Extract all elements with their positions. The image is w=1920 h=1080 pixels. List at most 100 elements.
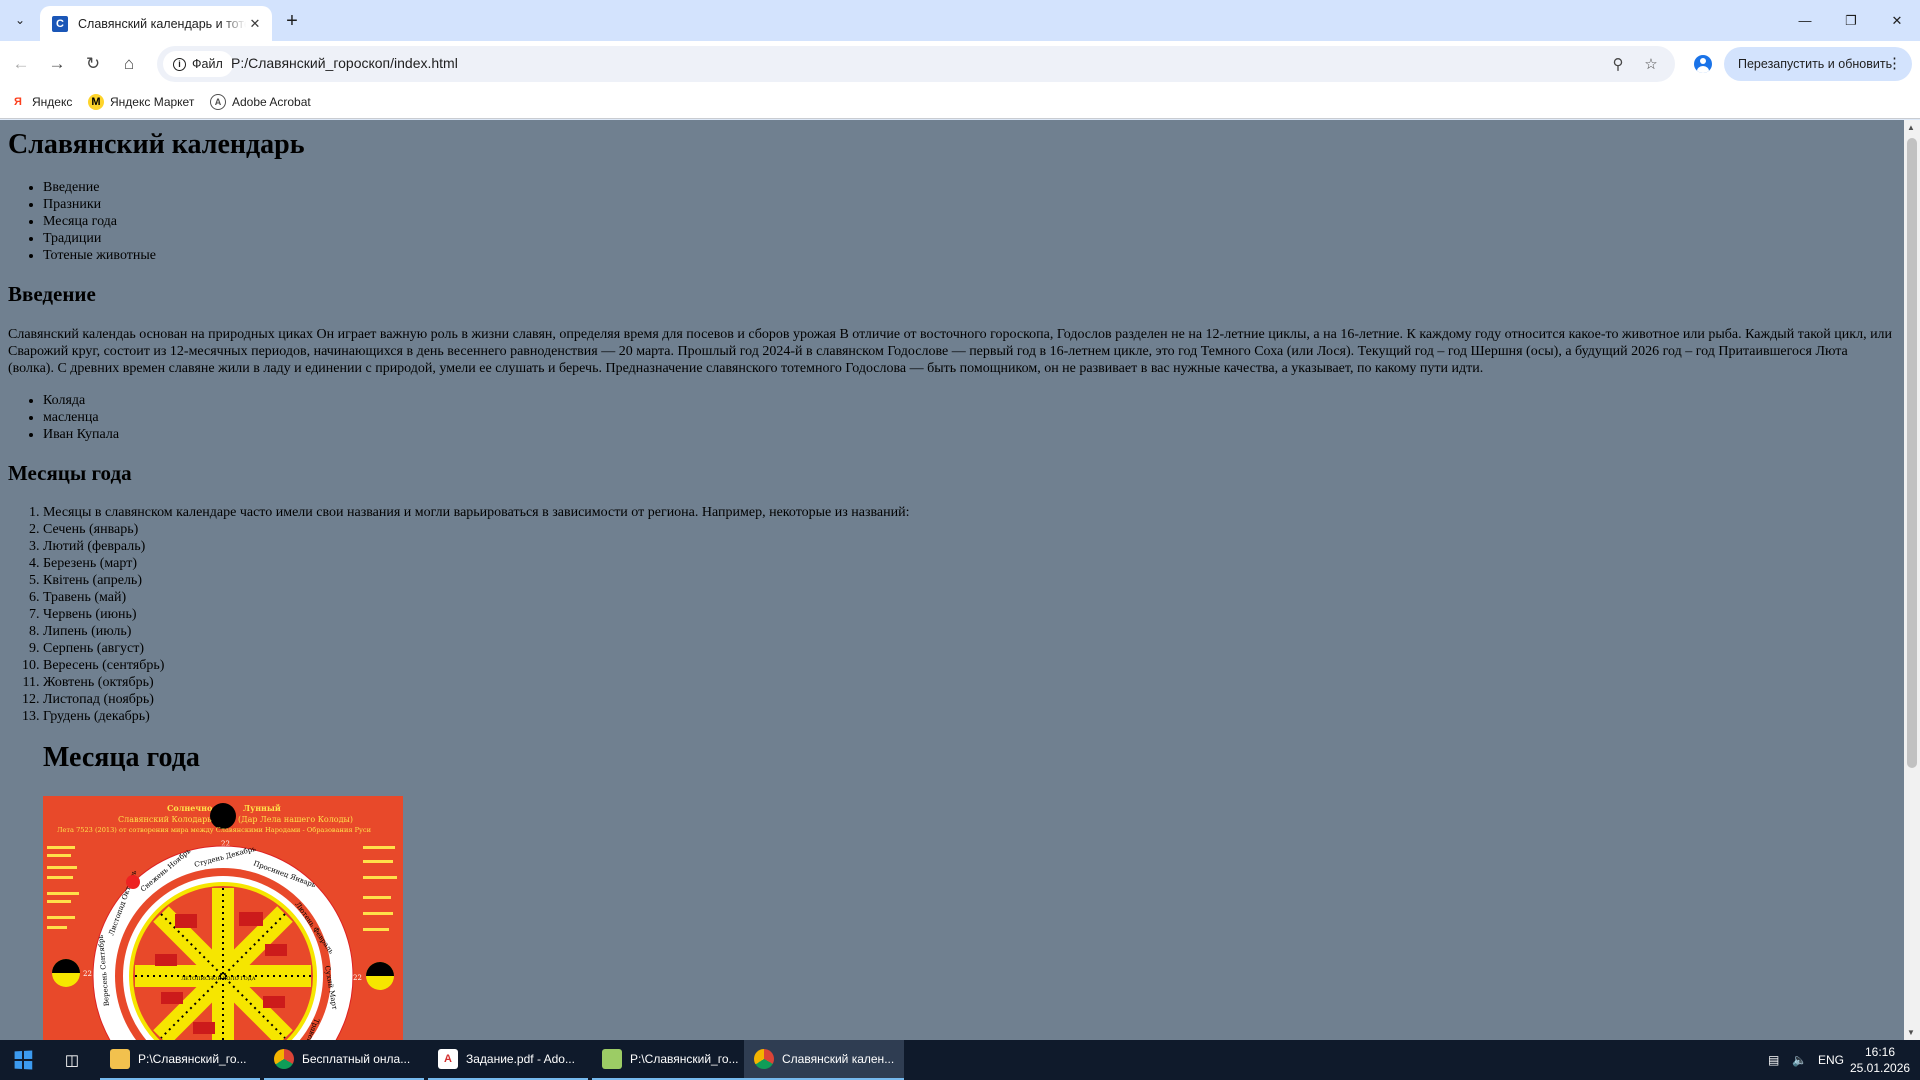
network-icon[interactable]: ▤ [1768, 1040, 1779, 1080]
site-chip-label: Файл [192, 57, 223, 71]
calendar-title-1: Славянский Колодарь [118, 815, 212, 824]
relaunch-label: Перезапустить и обновить [1738, 57, 1893, 71]
calendar-title-2: (Дар Лела нашего Колоды) [238, 815, 353, 824]
intro-paragraph: Славянский календаь основан на природных… [8, 327, 1893, 376]
list-item: Сечень (январь) [43, 521, 910, 538]
yandex-icon: Я [14, 96, 22, 108]
months-heading: Месяцы года [8, 461, 132, 485]
bookmark-yandex-market[interactable]: M Яндекс Маркет [88, 94, 194, 110]
taskbar-item-chrome-1[interactable]: Бесплатный онла... [264, 1040, 424, 1080]
taskbar-item-label: P:\Славянский_го... [138, 1052, 247, 1066]
profile-button[interactable] [1690, 51, 1716, 77]
nav-item-holidays: Празники [43, 196, 156, 213]
bookmark-star-icon[interactable]: ☆ [1640, 53, 1662, 75]
page-title: Славянский календарь [8, 129, 305, 160]
calendar-center-label: ЛЕТОПИСНОЕ КОЛО ГОДА [181, 976, 256, 982]
url-text[interactable]: P:/Славянский_гороскоп/index.html [231, 55, 458, 71]
list-item: Червень (июнь) [43, 606, 910, 623]
reload-icon[interactable]: ↻ [78, 49, 108, 79]
calendar-wheel-illustration: Солнечно Лунный Славянский Колодарь (Дар… [43, 796, 403, 1040]
browser-toolbar: ← → ↻ ⌂ i Файл P:/Славянский_гороскоп/in… [0, 41, 1920, 87]
scroll-up-icon[interactable]: ▲ [1907, 123, 1915, 132]
nav-item-intro: Введение [43, 179, 156, 196]
bookmark-label: Яндекс [32, 95, 73, 109]
nav-list: Введение Празники Месяца года Традиции Т… [43, 179, 156, 264]
task-view-icon[interactable]: ◫ [52, 1040, 92, 1080]
avatar [1694, 55, 1712, 73]
nav-item-traditions: Традиции [43, 230, 156, 247]
windows-taskbar: ◫ P:\Славянский_го... Бесплатный онла...… [0, 1040, 1920, 1080]
slavic-calendar-image: Солнечно Лунный Славянский Колодарь (Дар… [43, 796, 403, 1040]
menu-dots-icon[interactable]: ⋮ [1887, 54, 1902, 72]
nav-item-months: Месяца года [43, 213, 156, 230]
chevron-down-icon: ⌄ [14, 13, 26, 27]
info-icon: i [173, 57, 186, 71]
list-item: Грудень (декабрь) [43, 708, 910, 725]
list-item: Листопад (ноябрь) [43, 691, 910, 708]
windows-logo-icon [14, 1050, 33, 1070]
list-item: Жовтень (октябрь) [43, 674, 910, 691]
clock-date: 25.01.2026 [1850, 1061, 1911, 1075]
scroll-down-icon[interactable]: ▼ [1907, 1028, 1915, 1037]
chrome-icon [754, 1049, 774, 1069]
language-indicator[interactable]: ENG [1818, 1040, 1844, 1080]
bookmark-label: Яндекс Маркет [110, 95, 195, 109]
calendar-number-right: 22 [353, 974, 362, 982]
minimize-icon[interactable]: — [1782, 0, 1828, 41]
zoom-icon[interactable]: ⚲ [1607, 53, 1629, 75]
page-scrollbar[interactable]: ▲ ▼ [1904, 120, 1920, 1040]
taskbar-item-explorer[interactable]: P:\Славянский_го... [100, 1040, 260, 1080]
list-item: Лютий (февраль) [43, 538, 910, 555]
tab-search-button[interactable]: ⌄ [6, 8, 34, 32]
pdf-icon: A [438, 1049, 458, 1069]
list-item: Иван Купала [43, 426, 119, 443]
new-tab-button[interactable]: + [280, 9, 304, 33]
months-image-heading: Месяца года [43, 742, 200, 773]
list-item: Квітень (апрель) [43, 572, 910, 589]
bookmarks-bar: Я Яндекс M Яндекс Маркет A Adobe Acrobat [0, 87, 1920, 119]
list-item: масленца [43, 409, 119, 426]
back-icon[interactable]: ← [6, 49, 36, 79]
browser-tab-active[interactable]: С Славянский календарь и тотемные животн… [40, 6, 272, 41]
list-item: Серпень (август) [43, 640, 910, 657]
close-window-icon[interactable]: ✕ [1874, 0, 1920, 41]
tab-close-icon[interactable]: ✕ [246, 15, 264, 33]
volume-icon[interactable]: 🔈 [1792, 1040, 1807, 1080]
list-item: Травень (май) [43, 589, 910, 606]
taskbar-item-pdf[interactable]: A Задание.pdf - Ado... [428, 1040, 588, 1080]
start-button[interactable] [0, 1040, 46, 1080]
calendar-subtitle: Лета 7523 (2013) от сотворения мира межд… [57, 826, 372, 834]
calendar-number-left: 22 [83, 970, 92, 978]
list-item: Вересень (сентябрь) [43, 657, 910, 674]
notepad-icon [602, 1049, 622, 1069]
site-info-chip[interactable]: i Файл [163, 51, 233, 77]
bookmark-adobe-acrobat[interactable]: A Adobe Acrobat [210, 94, 311, 110]
months-list: Месяцы в славянском календаре часто имел… [43, 504, 910, 725]
chrome-icon [274, 1049, 294, 1069]
calendar-top-left-label: Солнечно [167, 803, 213, 813]
taskbar-item-label: P:\Славянский_го... [630, 1052, 739, 1066]
tab-title: Славянский календарь и тотемные животные [78, 16, 246, 31]
taskbar-item-label: Бесплатный онла... [302, 1052, 411, 1066]
clock-time: 16:16 [1864, 1045, 1896, 1059]
page-viewport: Славянский календарь Введение Празники М… [0, 120, 1904, 1040]
home-icon[interactable]: ⌂ [114, 49, 144, 79]
scroll-thumb[interactable] [1907, 138, 1917, 768]
yandex-market-icon: M [88, 94, 104, 110]
clock[interactable]: 16:16 25.01.2026 [1850, 1044, 1910, 1076]
list-item: Месяцы в славянском календаре часто имел… [43, 504, 910, 521]
intro-heading: Введение [8, 282, 96, 306]
taskbar-item-notepad[interactable]: P:\Славянский_го... [592, 1040, 752, 1080]
tab-strip: ⌄ С Славянский календарь и тотемные живо… [0, 0, 1920, 41]
folder-icon [110, 1049, 130, 1069]
relaunch-update-button[interactable]: Перезапустить и обновить ⋮ [1724, 47, 1912, 81]
nav-item-totems: Тотеные животные [43, 247, 156, 264]
restore-icon[interactable]: ❐ [1828, 0, 1874, 41]
address-bar[interactable]: i Файл P:/Славянский_гороскоп/index.html… [157, 46, 1675, 82]
page-favicon-icon: С [52, 15, 68, 32]
bookmark-yandex[interactable]: Я Яндекс [10, 94, 72, 110]
forward-icon[interactable]: → [42, 49, 72, 79]
list-item: Липень (июль) [43, 623, 910, 640]
holiday-list: Коляда масленца Иван Купала [43, 392, 119, 443]
taskbar-item-chrome-active[interactable]: Славянский кален... [744, 1040, 904, 1080]
